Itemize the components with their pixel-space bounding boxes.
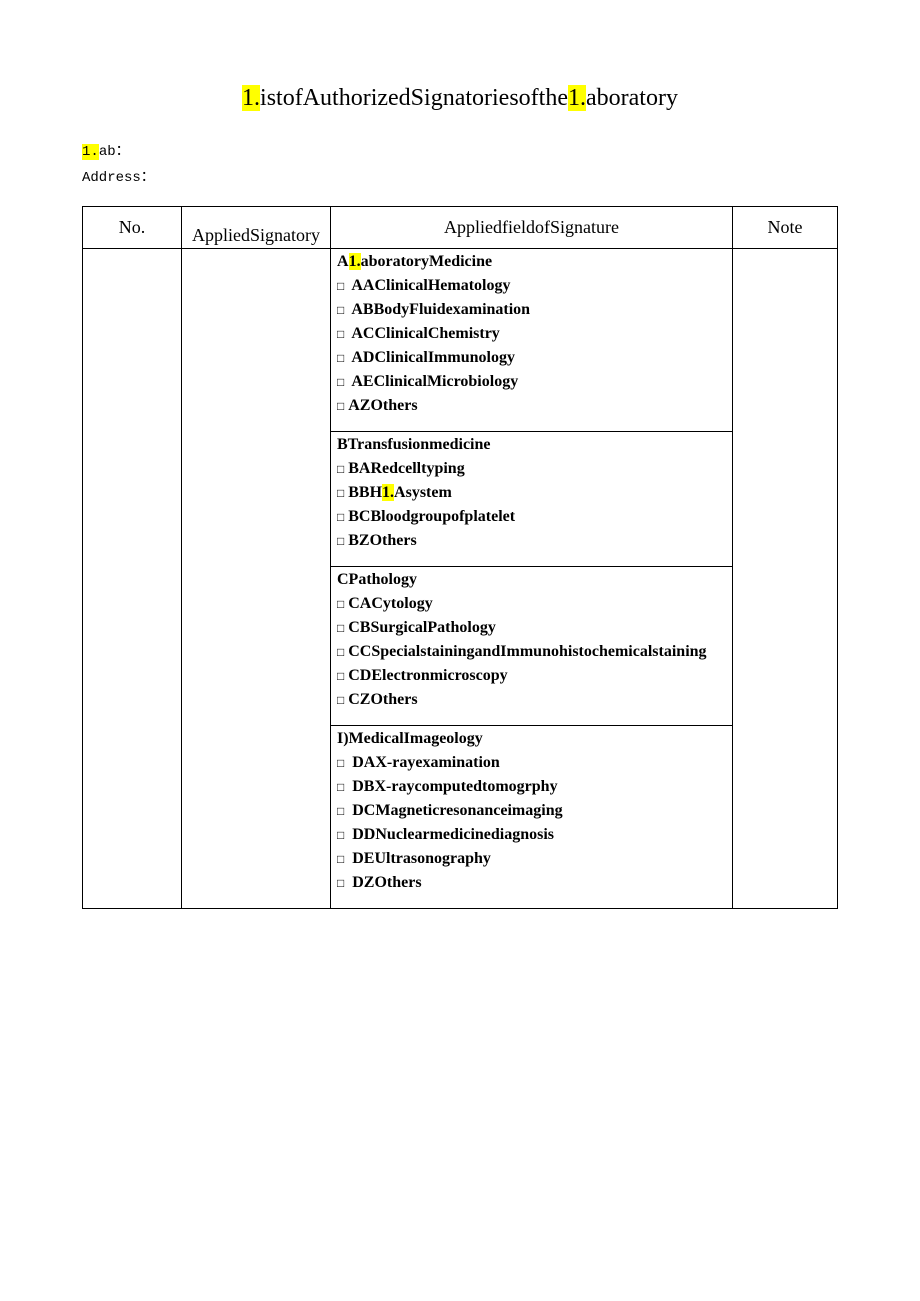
field-item: □ ABBodyFluidexamination bbox=[337, 301, 726, 319]
checkbox-icon[interactable]: □ bbox=[337, 486, 344, 501]
checkbox-icon[interactable]: □ bbox=[337, 375, 344, 390]
title-part-0: 1. bbox=[242, 85, 260, 111]
checkbox-icon[interactable]: □ bbox=[337, 279, 344, 294]
item-text: DDNuclearmedicinediagnosis bbox=[352, 826, 554, 843]
field-item: □ CCSpecialstainingandImmunohistochemical… bbox=[337, 643, 726, 661]
lab-label: 1.ab： bbox=[82, 140, 838, 160]
cell-no bbox=[83, 249, 182, 909]
section-title: BTransfusionmedicine bbox=[337, 436, 726, 454]
field-item: □ BARedcelltyping bbox=[337, 460, 726, 478]
field-item: □ DCMagneticresonanceimaging bbox=[337, 802, 726, 820]
field-section: A1.aboratoryMedicine □ AAClinicalHematolo… bbox=[331, 249, 732, 432]
header-no: No. bbox=[83, 207, 182, 249]
item-text: DZOthers bbox=[352, 874, 421, 891]
field-section: I)MedicalImageology□ DAX-rayexamination□… bbox=[331, 726, 732, 908]
field-section: BTransfusionmedicine □ BARedcelltyping □BBH… bbox=[331, 432, 732, 567]
signatories-table: No. AppliedSignatory AppliedfieldofSigna… bbox=[82, 206, 838, 909]
checkbox-icon[interactable]: □ bbox=[337, 669, 344, 684]
section-title: A1.aboratoryMedicine bbox=[337, 253, 726, 271]
section-title: I)MedicalImageology bbox=[337, 730, 726, 748]
field-item: □ CBSurgicalPathology bbox=[337, 619, 726, 637]
checkbox-icon[interactable]: □ bbox=[337, 756, 344, 771]
cell-note bbox=[733, 249, 838, 909]
title-part-2: 1. bbox=[568, 85, 586, 111]
field-item: □ CACytology bbox=[337, 595, 726, 613]
item-text: CBSurgicalPathology bbox=[348, 619, 496, 636]
checkbox-icon[interactable]: □ bbox=[337, 399, 344, 414]
title-part-1: istofAuthorizedSignatoriesofthe bbox=[260, 85, 568, 111]
item-text: AEClinicalMicrobiology bbox=[351, 373, 518, 390]
field-item: □ DEUltrasonography bbox=[337, 850, 726, 868]
field-item: □ BZOthers bbox=[337, 532, 726, 550]
field-item: □ AAClinicalHematology bbox=[337, 277, 726, 295]
section-title: CPathology bbox=[337, 571, 726, 589]
field-item: □ ACClinicalChemistry bbox=[337, 325, 726, 343]
field-item: □ AZOthers bbox=[337, 397, 726, 415]
lab-suffix: ab： bbox=[99, 144, 130, 160]
checkbox-icon[interactable]: □ bbox=[337, 351, 344, 366]
item-text: DCMagneticresonanceimaging bbox=[352, 802, 562, 819]
checkbox-icon[interactable]: □ bbox=[337, 462, 344, 477]
document-title: 1.istofAuthorizedSignatoriesofthe1.abora… bbox=[82, 85, 838, 112]
header-signatory: AppliedSignatory bbox=[182, 207, 331, 249]
cell-signatory bbox=[182, 249, 331, 909]
field-item: □ DBX-raycomputedtomogrphy bbox=[337, 778, 726, 796]
header-field: AppliedfieldofSignature bbox=[331, 207, 733, 249]
item-text: CACytology bbox=[348, 595, 432, 612]
cell-field: A1.aboratoryMedicine □ AAClinicalHematolo… bbox=[331, 249, 733, 909]
field-item: □ CZOthers bbox=[337, 691, 726, 709]
checkbox-icon[interactable]: □ bbox=[337, 693, 344, 708]
item-text: CDElectronmicroscopy bbox=[348, 667, 507, 684]
checkbox-icon[interactable]: □ bbox=[337, 876, 344, 891]
field-item: □ DDNuclearmedicinediagnosis bbox=[337, 826, 726, 844]
item-text: DEUltrasonography bbox=[352, 850, 491, 867]
field-item: □ BCBloodgroupofplatelet bbox=[337, 508, 726, 526]
checkbox-icon[interactable]: □ bbox=[337, 534, 344, 549]
checkbox-icon[interactable]: □ bbox=[337, 303, 344, 318]
lab-prefix: 1. bbox=[82, 144, 99, 160]
table-row: A1.aboratoryMedicine □ AAClinicalHematolo… bbox=[83, 249, 838, 909]
field-item: □ ADClinicalImmunology bbox=[337, 349, 726, 367]
header-note: Note bbox=[733, 207, 838, 249]
item-text: AZOthers bbox=[348, 397, 417, 414]
item-text: BZOthers bbox=[348, 532, 416, 549]
item-text: DAX-rayexamination bbox=[352, 754, 500, 771]
field-section: CPathology □ CACytology □ CBSurgicalPatholog… bbox=[331, 567, 732, 726]
item-text: CZOthers bbox=[348, 691, 417, 708]
checkbox-icon[interactable]: □ bbox=[337, 510, 344, 525]
field-item: □ AEClinicalMicrobiology bbox=[337, 373, 726, 391]
checkbox-icon[interactable]: □ bbox=[337, 804, 344, 819]
item-text: AAClinicalHematology bbox=[351, 277, 510, 294]
item-text: CCSpecialstainingandImmunohistochemicals… bbox=[348, 643, 706, 660]
checkbox-icon[interactable]: □ bbox=[337, 645, 344, 660]
item-text: ADClinicalImmunology bbox=[351, 349, 515, 366]
checkbox-icon[interactable]: □ bbox=[337, 621, 344, 636]
field-item: □ DZOthers bbox=[337, 874, 726, 892]
checkbox-icon[interactable]: □ bbox=[337, 597, 344, 612]
item-text: ACClinicalChemistry bbox=[351, 325, 499, 342]
checkbox-icon[interactable]: □ bbox=[337, 327, 344, 342]
item-text: BARedcelltyping bbox=[348, 460, 464, 477]
title-part-3: aboratory bbox=[586, 85, 678, 111]
item-text: BCBloodgroupofplatelet bbox=[348, 508, 515, 525]
checkbox-icon[interactable]: □ bbox=[337, 780, 344, 795]
checkbox-icon[interactable]: □ bbox=[337, 828, 344, 843]
checkbox-icon[interactable]: □ bbox=[337, 852, 344, 867]
field-item: □BBH1.Asystem bbox=[337, 484, 726, 502]
item-text: ABBodyFluidexamination bbox=[351, 301, 530, 318]
field-item: □ CDElectronmicroscopy bbox=[337, 667, 726, 685]
item-text: DBX-raycomputedtomogrphy bbox=[352, 778, 557, 795]
address-label: Address： bbox=[82, 166, 838, 186]
field-item: □ DAX-rayexamination bbox=[337, 754, 726, 772]
